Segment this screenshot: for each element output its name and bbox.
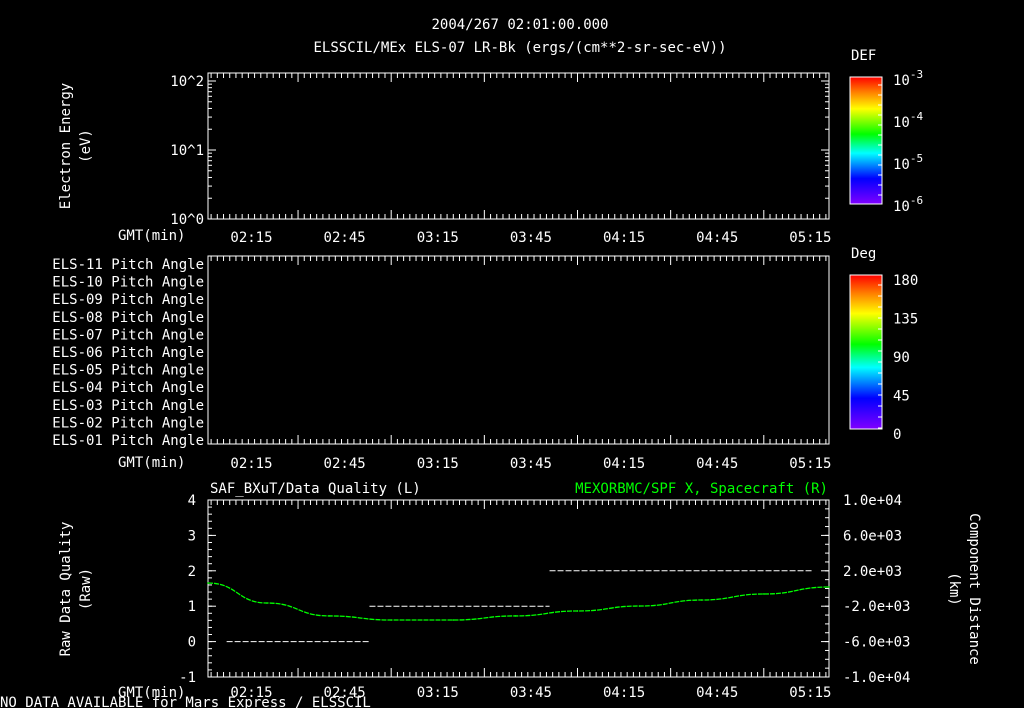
def-colorbar-tick-label: 10-4 xyxy=(893,110,923,131)
left-y-tick-label: -1 xyxy=(179,670,196,686)
plot-title: ELSSCIL/MEx ELS-07 LR-Bk (ergs/(cm**2-sr… xyxy=(313,40,726,56)
pitch-row-label: ELS-04 Pitch Angle xyxy=(52,380,204,396)
distance-ylabel-1: Component Distance xyxy=(966,513,982,665)
deg-colorbar-label: Deg xyxy=(851,246,876,262)
energy-y-tick-label: 10^1 xyxy=(170,143,204,159)
def-colorbar xyxy=(849,76,883,205)
x-tick-label: 04:15 xyxy=(603,230,645,246)
plot-timestamp: 2004/267 02:01:00.000 xyxy=(431,17,608,33)
deg-colorbar-tick-label: 45 xyxy=(893,389,910,405)
quality-panel: SAF_BXuT/Data Quality (L) MEXORBMC/SPF X… xyxy=(58,481,982,701)
component-distance-point xyxy=(828,586,830,588)
x-tick-label: 04:45 xyxy=(696,230,738,246)
pitch-plot-frame xyxy=(207,255,830,445)
quality-ylabel-2: (Raw) xyxy=(78,568,94,610)
energy-ylabel-2: (eV) xyxy=(78,129,94,163)
x-tick-label: 05:15 xyxy=(789,685,831,701)
x-tick-label: 03:45 xyxy=(510,456,552,472)
component-distance-point xyxy=(328,615,330,617)
pitch-row-label: ELS-05 Pitch Angle xyxy=(52,363,204,379)
quality-title-right: MEXORBMC/SPF X, Spacecraft (R) xyxy=(575,481,828,497)
x-tick-label: 02:45 xyxy=(324,230,366,246)
quality-ylabel-1: Raw Data Quality xyxy=(58,522,74,657)
deg-colorbar-tick-label: 90 xyxy=(893,350,910,366)
def-colorbar-tick-label: 10-3 xyxy=(893,68,923,89)
deg-colorbar xyxy=(849,274,883,430)
plot-canvas: 2004/267 02:01:00.000 ELSSCIL/MEx ELS-07… xyxy=(0,17,982,708)
x-tick-label: 02:45 xyxy=(324,456,366,472)
x-tick-label: 03:15 xyxy=(417,685,459,701)
x-tick-label: 04:45 xyxy=(696,685,738,701)
energy-panel: Electron Energy (eV) 10^2 10^1 10^0 GMT(… xyxy=(58,48,923,246)
pitch-panel: ELS-11 Pitch AngleELS-10 Pitch AngleELS-… xyxy=(52,246,918,472)
right-y-tick-label: 2.0e+03 xyxy=(843,564,902,580)
right-y-tick-label: -2.0e+03 xyxy=(843,599,910,615)
left-y-tick-label: 1 xyxy=(188,599,196,615)
left-y-tick-label: 0 xyxy=(188,635,196,651)
def-colorbar-label: DEF xyxy=(851,48,876,64)
pitch-row-label: ELS-11 Pitch Angle xyxy=(52,257,204,273)
right-y-tick-label: 1.0e+04 xyxy=(843,493,902,509)
x-tick-label: 03:15 xyxy=(417,456,459,472)
component-distance-point xyxy=(762,593,765,595)
right-y-tick-label: 6.0e+03 xyxy=(843,528,902,544)
component-distance-point xyxy=(700,599,703,601)
pitch-xlabel: GMT(min) xyxy=(118,455,185,471)
x-tick-label: 05:15 xyxy=(789,456,831,472)
x-tick-label: 04:15 xyxy=(603,456,645,472)
energy-xlabel: GMT(min) xyxy=(118,228,185,244)
pitch-row-label: ELS-01 Pitch Angle xyxy=(52,433,204,449)
component-distance-point xyxy=(638,605,641,607)
component-distance-point xyxy=(266,602,268,604)
status-footer: NO DATA AVAILABLE for Mars Express / ELS… xyxy=(0,695,371,708)
x-tick-label: 04:45 xyxy=(696,456,738,472)
x-tick-label: 05:15 xyxy=(789,230,831,246)
left-y-tick-label: 2 xyxy=(188,564,196,580)
pitch-row-label: ELS-10 Pitch Angle xyxy=(52,275,204,291)
component-distance-point xyxy=(207,582,209,584)
left-y-tick-label: 4 xyxy=(188,493,196,509)
component-distance-point xyxy=(452,619,455,621)
pitch-row-label: ELS-06 Pitch Angle xyxy=(52,345,204,361)
x-tick-label: 02:15 xyxy=(230,456,272,472)
pitch-row-label: ELS-09 Pitch Angle xyxy=(52,292,204,308)
x-tick-label: 03:45 xyxy=(510,230,552,246)
component-distance-point xyxy=(514,615,517,617)
x-tick-label: 03:45 xyxy=(510,685,552,701)
right-y-tick-label: -1.0e+04 xyxy=(843,670,910,686)
pitch-row-label: ELS-03 Pitch Angle xyxy=(52,398,204,414)
deg-colorbar-tick-label: 135 xyxy=(893,312,918,328)
energy-y-tick-label: 10^0 xyxy=(170,212,204,228)
quality-title-left: SAF_BXuT/Data Quality (L) xyxy=(210,481,421,497)
x-tick-label: 02:15 xyxy=(230,230,272,246)
deg-colorbar-tick-label: 180 xyxy=(893,273,918,289)
component-distance-line xyxy=(207,582,830,621)
def-colorbar-tick-label: 10-6 xyxy=(893,194,923,215)
x-tick-label: 03:15 xyxy=(417,230,459,246)
pitch-row-label: ELS-08 Pitch Angle xyxy=(52,310,204,326)
quality-plot-frame xyxy=(207,499,830,678)
energy-plot-frame xyxy=(207,72,830,220)
x-tick-label: 04:15 xyxy=(603,685,645,701)
pitch-row-label: ELS-07 Pitch Angle xyxy=(52,327,204,343)
component-distance-point xyxy=(390,619,392,621)
energy-ylabel-1: Electron Energy xyxy=(58,83,74,209)
left-y-tick-label: 3 xyxy=(188,528,196,544)
def-colorbar-tick-label: 10-5 xyxy=(893,152,923,173)
pitch-row-label: ELS-02 Pitch Angle xyxy=(52,415,204,431)
deg-colorbar-tick-label: 0 xyxy=(893,427,901,443)
component-distance-point xyxy=(576,610,579,612)
energy-y-tick-label: 10^2 xyxy=(170,74,204,90)
right-y-tick-label: -6.0e+03 xyxy=(843,635,910,651)
distance-ylabel-2: (km) xyxy=(946,572,962,606)
